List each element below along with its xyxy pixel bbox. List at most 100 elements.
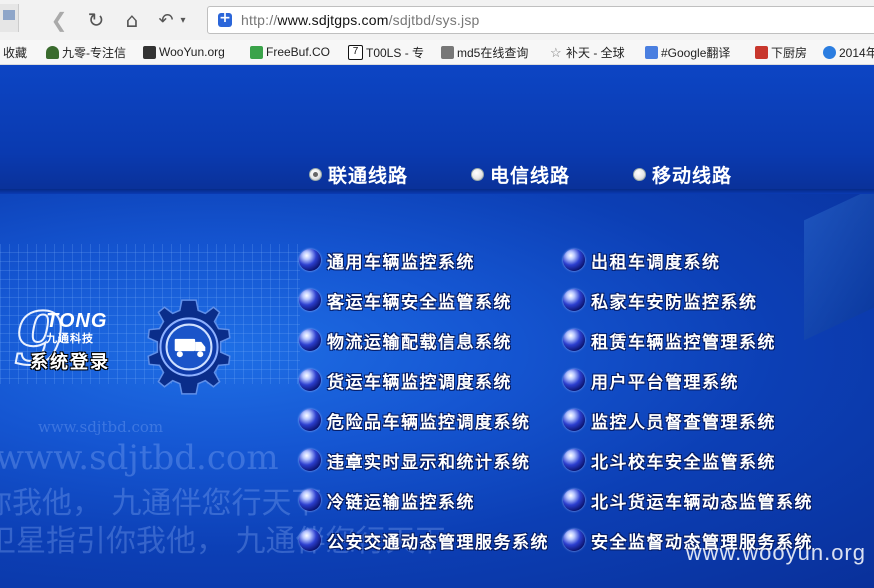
system-link[interactable]: 通用车辆监控系统 (299, 246, 475, 274)
bookmark-label: 下厨房 (771, 45, 808, 60)
orb-icon (563, 409, 585, 431)
system-link[interactable]: 监控人员督查管理系统 (563, 406, 776, 434)
security-shield-icon (218, 10, 232, 27)
home-icon[interactable]: ⌂ (118, 7, 146, 33)
bookmark-favorites[interactable]: 收藏 (3, 43, 27, 61)
bookmark-google-translate[interactable]: #Google翻译 (645, 43, 730, 61)
reload-icon[interactable]: ↻ (82, 7, 110, 33)
system-label: 违章实时显示和统计系统 (327, 452, 531, 473)
star-icon: ☆ (550, 44, 562, 60)
radio-icon[interactable] (471, 168, 484, 181)
radio-checked-icon[interactable] (309, 168, 322, 181)
system-link[interactable]: 货运车辆监控调度系统 (299, 366, 512, 394)
bg-site-small: www.sdjtbd.com (38, 418, 164, 436)
system-label: 用户平台管理系统 (591, 372, 739, 393)
bookmark-freebuf[interactable]: FreeBuf.CO (250, 43, 330, 61)
bg-site-large: www.sdjtbd.com (0, 438, 279, 478)
url-text[interactable]: http://www.sdjtgps.com/sdjtbd/sys.jsp (241, 12, 480, 28)
address-bar[interactable]: http://www.sdjtgps.com/sdjtbd/sys.jsp (207, 6, 874, 34)
orb-icon (563, 329, 585, 351)
freebuf-icon (250, 45, 263, 59)
window-icon[interactable] (0, 4, 19, 32)
system-link[interactable]: 公安交通动态管理服务系统 (299, 526, 549, 554)
bookmark-label: FreeBuf.CO (266, 45, 331, 59)
bookmark-label: md5在线查询 (457, 45, 529, 60)
md5-icon (441, 45, 454, 59)
system-label: 租赁车辆监控管理系统 (591, 332, 776, 353)
orb-icon (299, 249, 321, 271)
system-link[interactable]: 北斗校车安全监管系统 (563, 446, 776, 474)
google-translate-icon (645, 45, 658, 59)
bookmark-xiachufang[interactable]: 下厨房 (755, 43, 807, 61)
bookmark-label: 2014年 (839, 45, 874, 60)
bookmark-jiuling[interactable]: 九零-专注信 (46, 43, 126, 61)
line-option-telecom[interactable]: 电信线路 (471, 161, 570, 188)
radio-icon[interactable] (633, 168, 646, 181)
wooyun-icon (143, 45, 156, 59)
system-link[interactable]: 私家车安防监控系统 (563, 286, 758, 314)
system-label: 出租车调度系统 (591, 252, 721, 273)
system-panel: www.sdjtbd.com www.sdjtbd.com 你我他， 九通伴您行… (0, 194, 874, 588)
orb-icon (563, 449, 585, 471)
browser-toolbar: ❮ ↻ ⌂ ↶ ▾ http://www.sdjtgps.com/sdjtbd/… (0, 0, 874, 41)
bookmark-label: 九零-专注信 (62, 45, 126, 60)
system-link[interactable]: 用户平台管理系统 (563, 366, 739, 394)
system-link[interactable]: 出租车调度系统 (563, 246, 721, 274)
chevron-down-icon[interactable]: ▾ (176, 7, 190, 33)
orb-icon (299, 489, 321, 511)
login-logo[interactable]: 9 TONG 九通科技 系统登录 (10, 302, 140, 380)
system-label: 冷链运输监控系统 (327, 492, 475, 513)
orb-icon (299, 289, 321, 311)
orb-icon (563, 369, 585, 391)
orb-icon (299, 369, 321, 391)
system-link[interactable]: 租赁车辆监控管理系统 (563, 326, 776, 354)
bookmark-butian[interactable]: ☆ 补天 - 全球 (550, 43, 625, 61)
page-content: 联通线路 电信线路 移动线路 www.sdjtbd.com www.sdjtbd… (0, 65, 874, 588)
gear-truck-icon[interactable] (138, 296, 240, 398)
system-label: 公安交通动态管理服务系统 (327, 532, 549, 553)
bookmark-2014[interactable]: 2014年 (823, 43, 874, 61)
top-band (0, 65, 874, 190)
play-icon (823, 45, 836, 59)
system-link[interactable]: 北斗货运车辆动态监管系统 (563, 486, 813, 514)
url-prefix: http:// (241, 12, 278, 28)
system-label: 北斗货运车辆动态监管系统 (591, 492, 813, 513)
url-path: /sdjtbd/sys.jsp (388, 12, 480, 28)
system-link[interactable]: 违章实时显示和统计系统 (299, 446, 531, 474)
system-link[interactable]: 物流运输配载信息系统 (299, 326, 512, 354)
system-link[interactable]: 客运车辆安全监管系统 (299, 286, 512, 314)
login-label: 系统登录 (30, 352, 110, 373)
watermark: www.wooyun.org (685, 540, 866, 565)
bookmark-label: WooYun.org (159, 45, 225, 59)
orb-icon (299, 409, 321, 431)
line-option-label: 移动线路 (652, 165, 733, 187)
url-domain: www.sdjtgps.com (277, 12, 389, 28)
orb-icon (299, 329, 321, 351)
wolf-icon (46, 45, 59, 59)
bookmark-label: 收藏 (3, 45, 28, 60)
tools-icon: 7 (348, 44, 363, 60)
line-option-mobile[interactable]: 移动线路 (633, 161, 732, 188)
solar-panel-decoration (804, 194, 874, 341)
orb-icon (563, 489, 585, 511)
line-option-label: 联通线路 (328, 165, 409, 187)
system-label: 通用车辆监控系统 (327, 252, 475, 273)
orb-icon (299, 449, 321, 471)
orb-icon (299, 529, 321, 551)
bookmark-label: T00LS - 专 (366, 45, 425, 60)
system-link[interactable]: 冷链运输监控系统 (299, 486, 475, 514)
system-label: 私家车安防监控系统 (591, 292, 758, 313)
bookmark-tools[interactable]: 7 T00LS - 专 (348, 43, 424, 61)
system-label: 监控人员督查管理系统 (591, 412, 776, 433)
bookmark-wooyun[interactable]: WooYun.org (143, 43, 225, 61)
back-icon[interactable]: ❮ (45, 7, 73, 33)
system-label: 货运车辆监控调度系统 (327, 372, 512, 393)
system-link[interactable]: 危险品车辆监控调度系统 (299, 406, 531, 434)
system-label: 北斗校车安全监管系统 (591, 452, 776, 473)
line-option-unicom[interactable]: 联通线路 (309, 161, 408, 188)
bookmark-label: 补天 - 全球 (566, 45, 625, 60)
line-option-label: 电信线路 (490, 165, 571, 187)
bookmark-md5[interactable]: md5在线查询 (441, 43, 528, 61)
xiachufang-icon (755, 45, 768, 59)
bookmark-label: #Google翻译 (661, 45, 731, 60)
